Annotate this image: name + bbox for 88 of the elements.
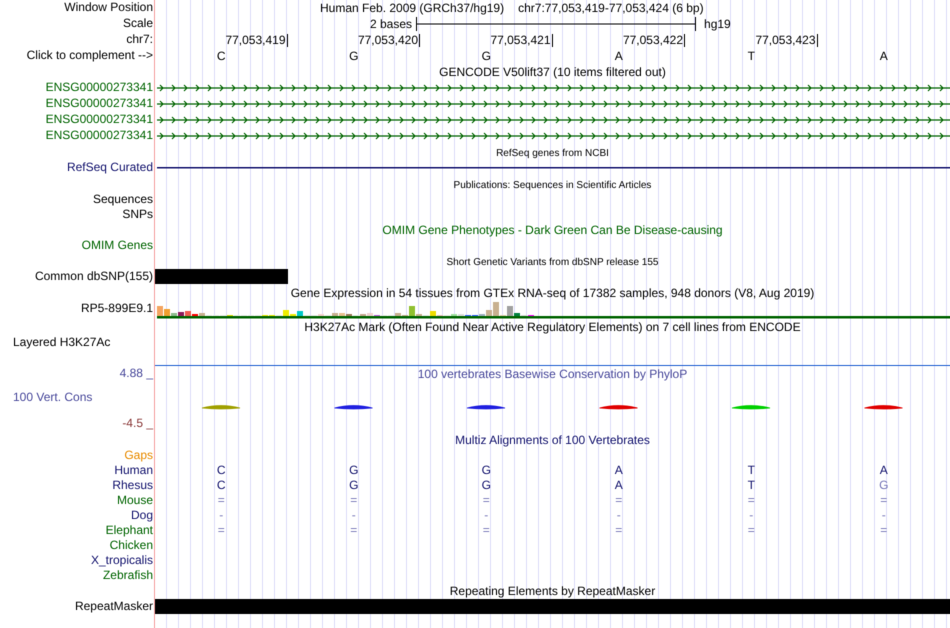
alignment-base: =: [615, 493, 622, 507]
alignment-base: =: [482, 523, 490, 537]
axis-max-label: 4.88 _: [120, 366, 153, 381]
alignment-base: =: [218, 493, 225, 507]
base-letter[interactable]: T: [748, 49, 755, 63]
alignment-base: C: [216, 463, 226, 477]
track-label[interactable]: SNPs: [122, 207, 153, 221]
track-title: 100 vertebrates Basewise Conservation by PhyloP: [418, 367, 688, 381]
alignment-base: =: [350, 493, 358, 507]
track-title: OMIM Gene Phenotypes - Dark Green Can Be Disease-causing: [382, 223, 723, 237]
track-label[interactable]: Common dbSNP(155): [34, 269, 153, 283]
alignment-base: G: [879, 478, 888, 492]
alignment-base: -: [352, 508, 356, 522]
track-label[interactable]: ENSG00000273341: [46, 128, 153, 142]
base-letter[interactable]: A: [614, 49, 623, 63]
track-label[interactable]: Chicken: [110, 538, 153, 552]
track-label[interactable]: Sequences: [92, 192, 153, 206]
track-title: Repeating Elements by RepeatMasker: [450, 584, 656, 598]
track-label[interactable]: RepeatMasker: [74, 599, 153, 613]
ruler-position: 77,053,420: [358, 34, 420, 47]
track-label[interactable]: RefSeq Curated: [66, 160, 153, 174]
track-title: Gene Expression in 54 tissues from GTEx RNA-seq of 17382 samples, 948 donors (V8, Aug 2019): [290, 286, 814, 300]
base-letter[interactable]: A: [880, 49, 888, 63]
alignment-base: =: [880, 493, 888, 507]
assembly-text: hg19: [704, 16, 731, 32]
base-letter[interactable]: G: [349, 49, 358, 63]
track-label[interactable]: ENSG00000273341: [46, 96, 153, 110]
track-title: Multiz Alignments of 100 Vertebrates: [455, 433, 650, 447]
conservation-wiggle: [202, 405, 240, 410]
ruler-position: 77,053,423: [755, 34, 818, 47]
track-label[interactable]: ENSG00000273341: [46, 80, 153, 94]
track-label[interactable]: RP5-899E9.1: [80, 301, 153, 315]
alignment-base: -: [219, 508, 224, 522]
track-label[interactable]: Click to complement -->: [26, 48, 153, 62]
scale-text: 2 bases: [370, 16, 412, 32]
base-letter[interactable]: G: [482, 49, 491, 63]
track-label[interactable]: X_tropicalis: [90, 553, 153, 567]
alignment-base: -: [749, 508, 754, 522]
position-text: Human Feb. 2009 (GRCh37/hg19): [320, 0, 504, 16]
alignment-base: =: [748, 523, 755, 537]
alignment-base: =: [880, 523, 888, 537]
alignment-base: =: [482, 493, 490, 507]
alignment-base: A: [614, 463, 623, 477]
track-title: H3K27Ac Mark (Often Found Near Active Regulatory Elements) on 7 cell lines from ENCODE: [304, 320, 801, 334]
alignment-base: G: [349, 478, 358, 492]
track-label[interactable]: Human: [114, 463, 153, 477]
track-label[interactable]: ENSG00000273341: [46, 112, 153, 126]
alignment-base: G: [349, 463, 358, 477]
alignment-base: G: [482, 463, 491, 477]
position-text: chr7:77,053,419-77,053,424 (6 bp): [518, 0, 704, 16]
track-label[interactable]: Rhesus: [112, 478, 153, 492]
track-label[interactable]: Zebrafish: [102, 568, 153, 582]
track-label[interactable]: 100 Vert. Cons: [13, 390, 92, 405]
alignment-base: =: [748, 493, 755, 507]
track-label[interactable]: Elephant: [106, 523, 153, 537]
alignment-base: G: [482, 478, 491, 492]
conservation-wiggle: [732, 405, 770, 410]
track-label[interactable]: Scale: [122, 16, 153, 30]
track-label[interactable]: Window Position: [64, 0, 153, 14]
track-title: RefSeq genes from NCBI: [496, 148, 609, 159]
axis-min-label: -4.5 _: [122, 416, 153, 431]
alignment-base: T: [748, 478, 755, 492]
alignment-base: =: [218, 523, 225, 537]
conservation-wiggle: [466, 405, 506, 410]
track-label[interactable]: Layered H3K27Ac: [13, 335, 110, 349]
track-title: Publications: Sequences in Scientific Articles: [454, 180, 652, 191]
alignment-base: =: [350, 523, 358, 537]
track-label[interactable]: chr7:: [126, 32, 153, 46]
ruler-position: 77,053,422: [622, 34, 685, 47]
base-letter[interactable]: C: [216, 49, 226, 63]
conservation-wiggle: [599, 405, 638, 410]
alignment-base: A: [614, 478, 623, 492]
track-title: GENCODE V50lift37 (10 items filtered out): [439, 65, 666, 79]
ruler-position: 77,053,419: [225, 34, 288, 47]
track-label[interactable]: OMIM Genes: [82, 238, 153, 252]
conservation-wiggle: [334, 405, 373, 410]
alignment-base: -: [484, 508, 488, 522]
alignment-base: T: [748, 463, 755, 477]
track-title: Short Genetic Variants from dbSNP release 155: [446, 257, 658, 268]
alignment-base: -: [882, 508, 886, 522]
track-label[interactable]: Dog: [130, 508, 153, 522]
alignment-base: -: [616, 508, 621, 522]
track-label[interactable]: Mouse: [116, 493, 153, 507]
alignment-base: =: [615, 523, 622, 537]
alignment-base: C: [216, 478, 226, 492]
ruler-position: 77,053,421: [490, 34, 552, 47]
conservation-wiggle: [864, 405, 903, 410]
alignment-base: A: [880, 463, 888, 477]
